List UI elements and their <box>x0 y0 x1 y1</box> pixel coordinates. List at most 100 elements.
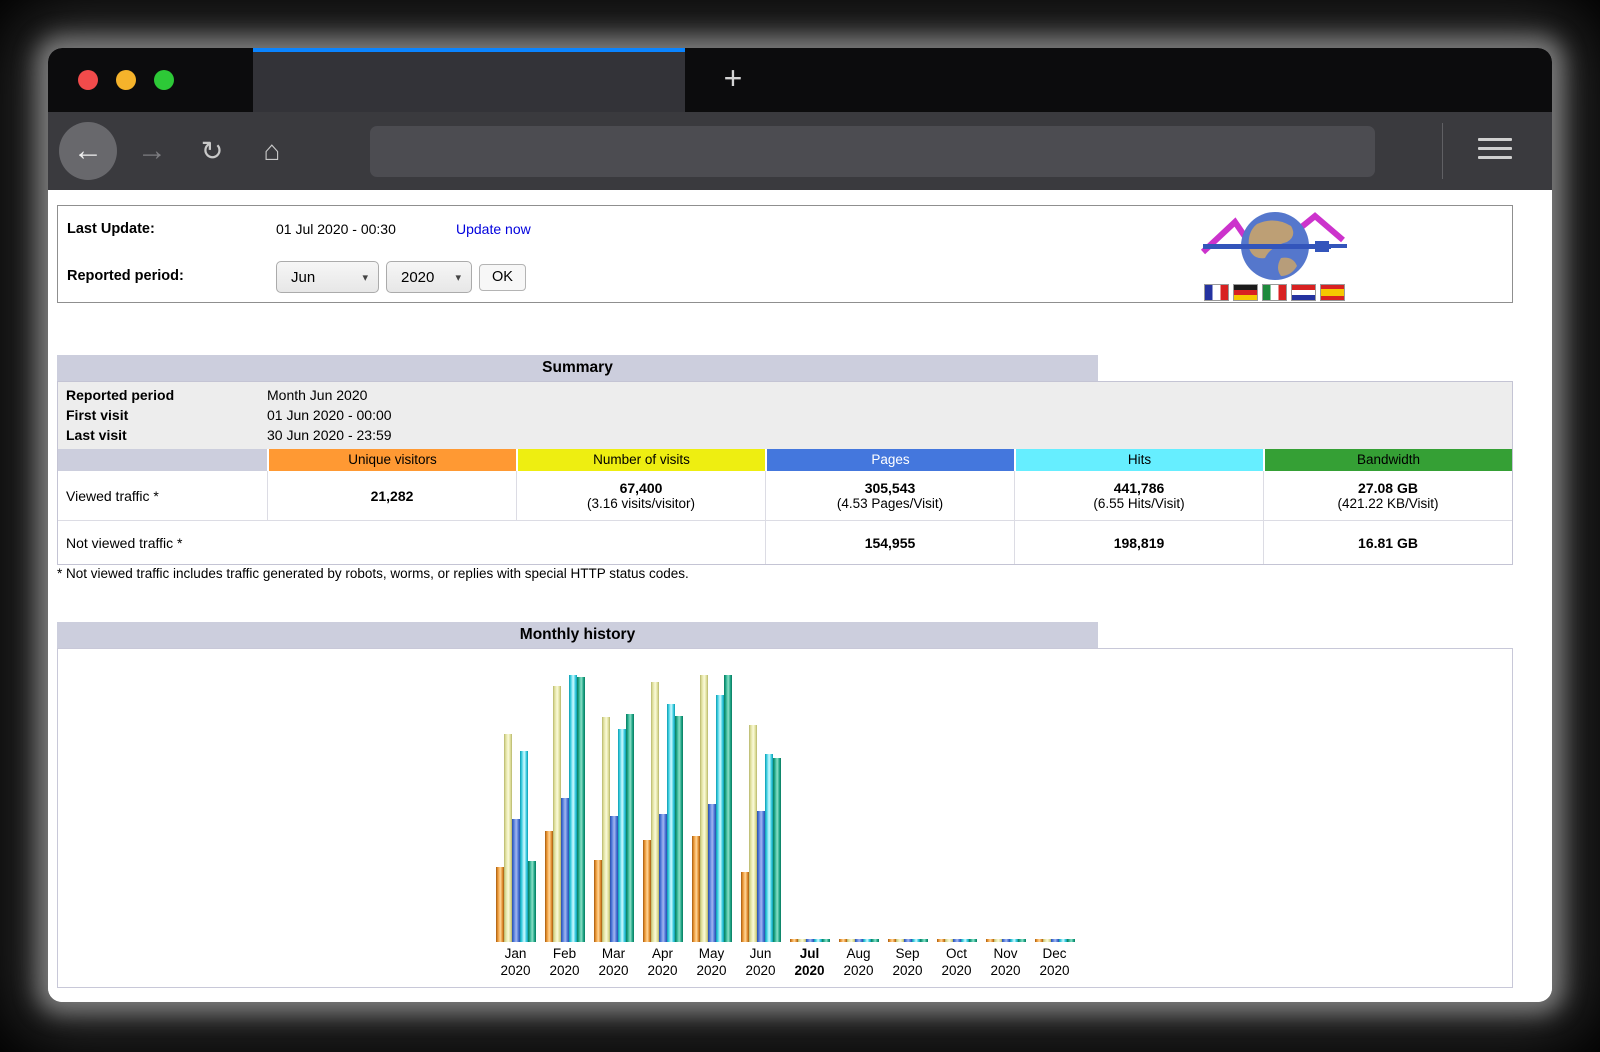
bar-hits-apr-2020 <box>667 704 675 942</box>
bar-bandwidth-may-2020 <box>724 675 732 942</box>
month-axis-label: Apr2020 <box>638 942 687 988</box>
info-label: First visit <box>58 405 267 425</box>
bar-number-of-visits-apr-2020 <box>651 682 659 942</box>
not-viewed-traffic-row: Not viewed traffic * 154,955 198,819 16.… <box>58 520 1512 564</box>
info-value: Month Jun 2020 <box>267 385 367 405</box>
summary-section-title: Summary <box>57 355 1098 381</box>
minimize-window-button[interactable] <box>116 70 136 90</box>
monthly-history-section-title: Monthly history <box>57 622 1098 648</box>
year-select[interactable]: 2020 ▾ <box>386 261 472 293</box>
bar-number-of-visits-jun-2020 <box>749 725 757 942</box>
active-tab[interactable] <box>253 48 685 112</box>
flag-netherlands-icon[interactable] <box>1291 284 1316 301</box>
header-number-of-visits: Number of visits <box>516 449 765 471</box>
url-bar[interactable] <box>370 126 1375 177</box>
bar-pages-jan-2020 <box>512 819 520 942</box>
close-window-button[interactable] <box>78 70 98 90</box>
viewed-bandwidth: 27.08 GB <box>1264 480 1512 496</box>
viewed-unique-visitors: 21,282 <box>268 488 516 504</box>
info-value: 01 Jun 2020 - 00:00 <box>267 405 392 425</box>
update-period-panel: Last Update: 01 Jul 2020 - 00:30 Update … <box>57 205 1513 303</box>
bar-bandwidth-apr-2020 <box>675 716 683 942</box>
bar-pages-mar-2020 <box>610 816 618 942</box>
language-flags <box>1204 284 1345 301</box>
flag-spain-icon[interactable] <box>1320 284 1345 301</box>
month-group: May2020 <box>687 651 736 988</box>
info-label: Last visit <box>58 425 267 445</box>
month-group: Jun2020 <box>736 651 785 988</box>
last-update-label: Last Update: <box>67 221 155 237</box>
not-viewed-footnote: * Not viewed traffic includes traffic ge… <box>57 566 689 581</box>
bar-hits-feb-2020 <box>569 675 577 942</box>
back-button[interactable]: ← <box>59 122 117 180</box>
not-viewed-empty-cell <box>267 521 765 564</box>
bar-unique-visitors-may-2020 <box>692 836 700 942</box>
month-select[interactable]: Jun ▾ <box>276 261 379 293</box>
chevron-down-icon: ▾ <box>350 271 368 284</box>
flag-germany-icon[interactable] <box>1233 284 1258 301</box>
info-value: 30 Jun 2020 - 23:59 <box>267 425 392 445</box>
home-button[interactable]: ⌂ <box>248 112 296 190</box>
month-axis-label: Aug2020 <box>834 942 883 988</box>
header-pages: Pages <box>765 449 1014 471</box>
bar-unique-visitors-mar-2020 <box>594 860 602 942</box>
month-axis-label: Sep2020 <box>883 942 932 988</box>
bar-hits-jun-2020 <box>765 754 773 942</box>
bar-pages-feb-2020 <box>561 798 569 942</box>
not-viewed-traffic-label: Not viewed traffic * <box>58 535 267 551</box>
forward-button[interactable]: → <box>128 112 176 190</box>
header-corner-cell <box>58 449 267 471</box>
window-controls <box>78 70 174 90</box>
bar-number-of-visits-feb-2020 <box>553 686 561 942</box>
month-group: Sep2020 <box>883 651 932 988</box>
month-axis-label: Nov2020 <box>981 942 1030 988</box>
reload-icon: ↻ <box>201 136 224 167</box>
reported-period-label: Reported period: <box>67 268 184 284</box>
month-group: Feb2020 <box>540 651 589 988</box>
not-viewed-bandwidth: 16.81 GB <box>1264 535 1512 551</box>
menu-button[interactable] <box>1478 138 1512 159</box>
viewed-hits: 441,786 <box>1015 480 1263 496</box>
zoom-window-button[interactable] <box>154 70 174 90</box>
browser-toolbar: ← → ↻ ⌂ <box>48 112 1552 190</box>
flag-italy-icon[interactable] <box>1262 284 1287 301</box>
month-axis-label: Dec2020 <box>1030 942 1079 988</box>
summary-table: Reported periodMonth Jun 2020 First visi… <box>57 381 1513 565</box>
viewed-pages: 305,543 <box>766 480 1014 496</box>
month-axis-label: Feb2020 <box>540 942 589 988</box>
bar-bandwidth-jun-2020 <box>773 758 781 942</box>
month-group: Apr2020 <box>638 651 687 988</box>
reload-button[interactable]: ↻ <box>188 112 236 190</box>
bar-pages-apr-2020 <box>659 814 667 942</box>
browser-window: + ← → ↻ ⌂ Last Update: 01 Jul 2020 - 00:… <box>48 48 1552 1002</box>
bar-unique-visitors-feb-2020 <box>545 831 553 942</box>
month-axis-label: Jun2020 <box>736 942 785 988</box>
bar-pages-may-2020 <box>708 804 716 942</box>
back-icon: ← <box>73 134 103 168</box>
ok-button[interactable]: OK <box>479 264 526 291</box>
last-update-value: 01 Jul 2020 - 00:30 <box>276 221 396 237</box>
bar-number-of-visits-mar-2020 <box>602 717 610 942</box>
monthly-history-chart: Jan2020Feb2020Mar2020Apr2020May2020Jun20… <box>58 649 1512 988</box>
tab-bar: + <box>48 48 1552 112</box>
month-axis-label: Mar2020 <box>589 942 638 988</box>
summary-header-row: Unique visitors Number of visits Pages H… <box>58 449 1512 471</box>
bar-hits-may-2020 <box>716 695 724 942</box>
new-tab-button[interactable]: + <box>700 48 766 112</box>
header-bandwidth: Bandwidth <box>1263 449 1512 471</box>
awstats-logo[interactable] <box>1197 208 1354 284</box>
bar-pages-jun-2020 <box>757 811 765 942</box>
not-viewed-hits: 198,819 <box>1015 535 1263 551</box>
month-axis-label: Jan2020 <box>491 942 540 988</box>
flag-france-icon[interactable] <box>1204 284 1229 301</box>
month-group: Dec2020 <box>1030 651 1079 988</box>
bar-bandwidth-jan-2020 <box>528 861 536 942</box>
month-group: Mar2020 <box>589 651 638 988</box>
month-axis-label: May2020 <box>687 942 736 988</box>
not-viewed-pages: 154,955 <box>766 535 1014 551</box>
page-content: Last Update: 01 Jul 2020 - 00:30 Update … <box>48 190 1552 1002</box>
bar-number-of-visits-may-2020 <box>700 675 708 942</box>
update-now-link[interactable]: Update now <box>456 221 531 237</box>
bar-number-of-visits-jan-2020 <box>504 734 512 942</box>
home-icon: ⌂ <box>264 135 281 167</box>
